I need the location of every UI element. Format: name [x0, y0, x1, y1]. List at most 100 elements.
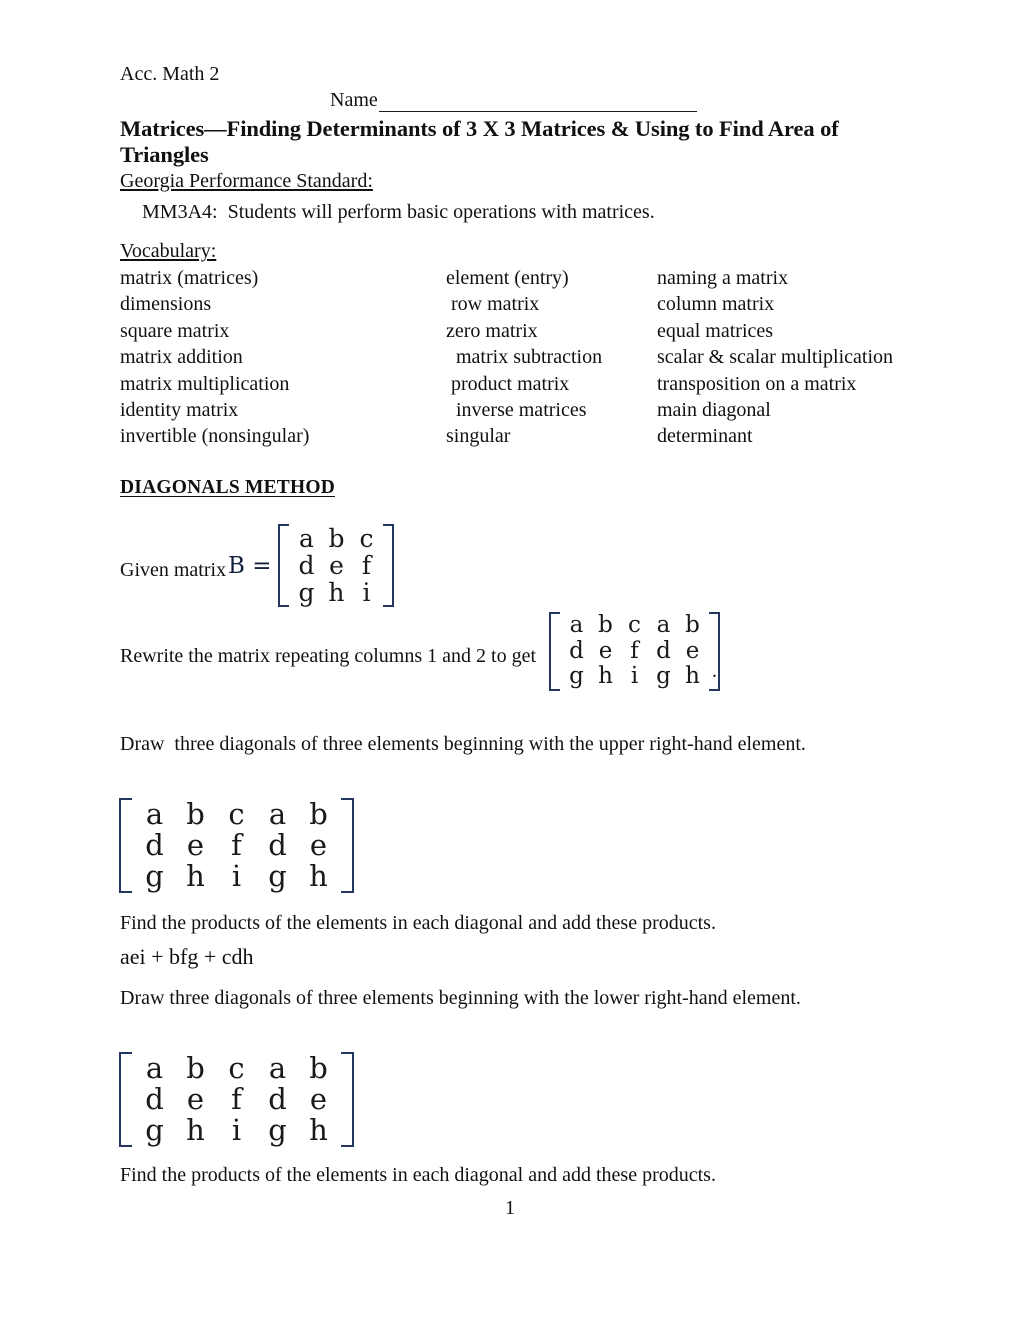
name-input-blank[interactable] [378, 92, 697, 112]
vocabulary-row: matrix addition matrix subtraction scala… [120, 344, 920, 370]
matrix-cell: a [299, 524, 314, 553]
course-label: Acc. Math 2 [120, 63, 220, 85]
matrix-cell: d [569, 637, 584, 664]
bracket-right-icon [383, 524, 395, 607]
matrix-cell: d [268, 1082, 287, 1116]
vocabulary-term: naming a matrix [657, 267, 789, 289]
vocabulary-term: product matrix [446, 372, 570, 395]
find-products-text-2: Find the products of the elements in eac… [120, 1164, 716, 1186]
matrix-cell: a [268, 1051, 287, 1085]
matrix-cell: h [186, 859, 205, 893]
matrix-cell: i [231, 859, 242, 893]
vocabulary-term: main diagonal [657, 398, 771, 421]
bracket-left-icon [278, 524, 290, 607]
document-page: Acc. Math 2 Name Matrices—Finding Determ… [0, 0, 1020, 1320]
matrix-upper-cells: a b c a b d e f d e g h i g h [132, 798, 341, 893]
vocabulary-term: element (entry) [446, 267, 569, 289]
matrix-cell: i [362, 578, 371, 607]
matrix-cell: a [268, 797, 287, 831]
matrix-cell: e [309, 828, 328, 862]
matrix-cell: d [656, 637, 671, 664]
bracket-left-icon [119, 1052, 132, 1147]
rewrite-sentence-period: . [712, 660, 717, 682]
matrix-cell: f [231, 828, 242, 862]
matrix-cell: g [145, 859, 164, 893]
vocabulary-term: matrix addition [120, 346, 243, 369]
matrix-cell: d [145, 828, 164, 862]
matrix-cell: f [231, 1082, 242, 1116]
matrix-cell: b [186, 797, 205, 831]
matrix-cell: i [630, 663, 639, 689]
vocabulary-term: scalar & scalar multiplication [657, 346, 894, 369]
vocabulary-list: matrix (matrices) element (entry) naming… [120, 265, 920, 450]
matrix-cell: d [298, 551, 315, 580]
matrix-cell: h [186, 1113, 205, 1147]
matrix-b: a b c d e f g h i [278, 524, 395, 607]
name-label: Name [330, 89, 378, 111]
matrix-cell: g [569, 663, 584, 689]
bracket-left-icon [549, 612, 560, 691]
vocabulary-term: equal matrices [657, 319, 774, 342]
draw-lower-diagonals-text: Draw three diagonals of three elements b… [120, 987, 801, 1009]
matrix-lower-cells: a b c a b d e f d e g h i g h [132, 1052, 341, 1147]
vocabulary-term: row matrix [446, 293, 540, 316]
vocabulary-term: zero matrix [446, 319, 538, 342]
matrix-cell: g [298, 578, 315, 607]
matrix-cell: g [268, 859, 287, 893]
vocabulary-term: transposition on a matrix [657, 372, 857, 395]
matrix-cell: a [656, 612, 671, 638]
matrix-cell: a [145, 797, 164, 831]
vocabulary-term: inverse matrices [446, 398, 587, 421]
vocabulary-row: matrix multiplication product matrix tra… [120, 371, 920, 397]
matrix-cell: h [309, 859, 328, 893]
matrix-cell: e [598, 637, 613, 664]
name-field-row: Name [330, 88, 697, 112]
matrix-cell: e [186, 828, 205, 862]
matrix-rewritten: a b c a b d e f d e g h i g h [549, 612, 720, 691]
matrix-cell: h [685, 663, 700, 689]
matrix-rewritten-cells: a b c a b d e f d e g h i g h [560, 612, 709, 691]
vocabulary-term: square matrix [120, 319, 230, 342]
vocabulary-term: matrix (matrices) [120, 267, 259, 289]
matrix-cell: e [309, 1082, 328, 1116]
bracket-right-icon [341, 1052, 354, 1147]
matrix-cell: i [231, 1113, 242, 1147]
matrix-cell: b [309, 1051, 328, 1085]
vocabulary-term: singular [446, 425, 511, 448]
matrix-cell: e [685, 637, 700, 664]
standard-body: MM3A4: Students will perform basic opera… [142, 201, 655, 223]
matrix-cell: g [268, 1113, 287, 1147]
vocabulary-term: invertible (nonsingular) [120, 425, 310, 448]
matrix-cell: b [328, 524, 345, 553]
matrix-cell: d [145, 1082, 164, 1116]
matrix-cell: b [598, 612, 613, 638]
vocabulary-row: invertible (nonsingular) singular determ… [120, 423, 920, 449]
matrix-cell: b [685, 612, 700, 638]
matrix-cell: b [309, 797, 328, 831]
page-number: 1 [505, 1197, 515, 1219]
matrix-cell: g [145, 1113, 164, 1147]
find-products-text-1: Find the products of the elements in eac… [120, 912, 716, 934]
matrix-cell: e [329, 551, 344, 580]
diagonals-method-heading: DIAGONALS METHOD [120, 477, 336, 498]
matrix-upper-diagonals: a b c a b d e f d e g h i g h [119, 798, 354, 893]
matrix-cell: f [630, 637, 639, 664]
matrix-cell: d [268, 828, 287, 862]
draw-upper-diagonals-text: Draw three diagonals of three elements b… [120, 733, 806, 755]
matrix-cell: h [598, 663, 613, 689]
matrix-cell: a [145, 1051, 164, 1085]
standard-heading: Georgia Performance Standard: [120, 170, 373, 192]
matrix-cell: a [569, 612, 584, 638]
matrix-cell: g [656, 663, 671, 689]
vocabulary-term: matrix multiplication [120, 372, 290, 395]
matrix-lower-diagonals-equation: a b c a b d e f d e g h i g h [119, 1052, 354, 1147]
bracket-left-icon [119, 798, 132, 893]
answer-upper-diagonals: aei + bfg + cdh [120, 944, 254, 969]
vocabulary-term: identity matrix [120, 398, 239, 421]
vocabulary-heading: Vocabulary: [120, 240, 217, 262]
matrix-b-equation: B = a b c d e f g h i [228, 524, 395, 607]
vocabulary-row: matrix (matrices) element (entry) naming… [120, 265, 920, 291]
page-title: Matrices—Finding Determinants of 3 X 3 M… [120, 116, 839, 167]
rewrite-matrix-text: Rewrite the matrix repeating columns 1 a… [120, 645, 536, 667]
matrix-upper-diagonals-equation: a b c a b d e f d e g h i g h [119, 798, 354, 893]
